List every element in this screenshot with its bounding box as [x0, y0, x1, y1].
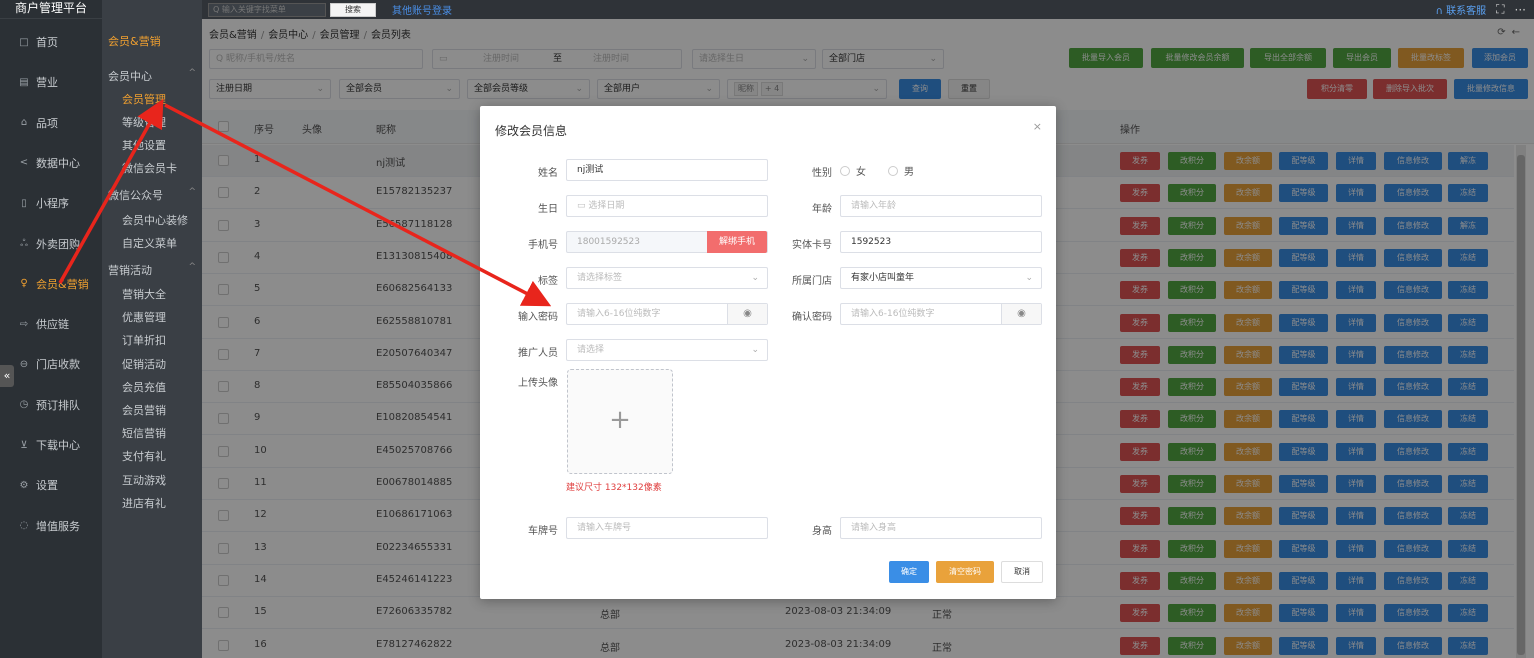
- password-field[interactable]: 请输入6-16位纯数字 ◉: [566, 303, 768, 325]
- phone-field: 18001592523 解绑手机: [566, 231, 768, 253]
- clear-password-button[interactable]: 清空密码: [936, 561, 994, 583]
- male-label: 男: [904, 167, 914, 178]
- eye-icon[interactable]: ◉: [727, 304, 767, 324]
- gender-label: 性别: [812, 168, 832, 179]
- menu-search-input[interactable]: Q 输入关键字找菜单: [208, 2, 326, 17]
- gender-male-radio[interactable]: 男: [888, 163, 914, 178]
- radio-circle-icon: [888, 165, 898, 176]
- more-icon[interactable]: ···: [1515, 3, 1526, 17]
- promoter-label: 推广人员: [518, 348, 558, 359]
- promoter-placeholder: 请选择: [577, 345, 605, 355]
- plate-field[interactable]: 请输入车牌号: [566, 517, 768, 539]
- contact-support-link[interactable]: ∩ 联系客服: [1436, 2, 1487, 17]
- unbind-phone-button[interactable]: 解绑手机: [707, 231, 767, 253]
- height-placeholder: 请输入身高: [851, 523, 897, 533]
- name-label: 姓名: [538, 168, 558, 179]
- height-field[interactable]: 请输入身高: [840, 517, 1042, 539]
- confirm-password-label: 确认密码: [792, 312, 832, 323]
- plate-placeholder: 请输入车牌号: [577, 523, 632, 533]
- age-placeholder: 请输入年龄: [851, 201, 897, 211]
- fullscreen-icon[interactable]: ⛶: [1496, 2, 1504, 17]
- phone-label: 手机号: [528, 240, 558, 251]
- search-icon: Q: [213, 4, 222, 14]
- tag-label: 标签: [538, 276, 558, 287]
- menu-search-placeholder: 输入关键字找菜单: [221, 4, 286, 14]
- headset-icon: ∩: [1435, 6, 1447, 17]
- plus-icon: +: [609, 405, 631, 435]
- avatar-size-hint: 建议尺寸 132*132像素: [566, 483, 662, 493]
- name-value: nj测试: [577, 165, 604, 175]
- collapse-sidebar-icon[interactable]: «: [0, 365, 14, 387]
- password-placeholder: 请输入6-16位纯数字: [577, 309, 661, 319]
- tag-select[interactable]: 请选择标签 ⌄: [566, 267, 768, 289]
- store-select-field[interactable]: 有家小店叫童年 ⌄: [840, 267, 1042, 289]
- chevron-down-icon: ⌄: [751, 273, 759, 283]
- contact-label: 联系客服: [1446, 6, 1487, 17]
- confirm-button[interactable]: 确定: [889, 561, 929, 583]
- dialog-title: 修改会员信息: [495, 124, 568, 138]
- avatar-upload[interactable]: +: [567, 369, 673, 474]
- card-number-field[interactable]: 1592523: [840, 231, 1042, 253]
- gender-female-radio[interactable]: 女: [840, 163, 866, 178]
- avatar-label: 上传头像: [518, 378, 558, 389]
- edit-member-dialog: 修改会员信息 × 姓名 nj测试 性别 女 男 生日 ▭ 选择日期 年龄 请输入…: [480, 106, 1056, 599]
- eye-icon[interactable]: ◉: [1001, 304, 1041, 324]
- birthday-field[interactable]: ▭ 选择日期: [566, 195, 768, 217]
- top-bar: Q 输入关键字找菜单 搜索 其他账号登录 ∩ 联系客服 ⛶ ···: [202, 0, 1534, 19]
- confirm-password-placeholder: 请输入6-16位纯数字: [851, 309, 935, 319]
- birthday-label: 生日: [538, 204, 558, 215]
- promoter-select[interactable]: 请选择 ⌄: [566, 339, 768, 361]
- age-label: 年龄: [812, 204, 832, 215]
- card-number-label: 实体卡号: [792, 240, 832, 251]
- cancel-button[interactable]: 取消: [1001, 561, 1043, 583]
- tag-placeholder: 请选择标签: [577, 273, 623, 283]
- menu-search-button[interactable]: 搜索: [330, 2, 376, 17]
- plate-label: 车牌号: [528, 526, 558, 537]
- close-icon[interactable]: ×: [1033, 120, 1042, 133]
- chevron-down-icon: ⌄: [751, 345, 759, 355]
- female-label: 女: [856, 167, 866, 178]
- other-account-login-link[interactable]: 其他账号登录: [392, 2, 452, 17]
- store-label: 所属门店: [792, 276, 832, 287]
- name-field[interactable]: nj测试: [566, 159, 768, 181]
- confirm-password-field[interactable]: 请输入6-16位纯数字 ◉: [840, 303, 1042, 325]
- sidebar-region: [0, 0, 202, 658]
- chevron-down-icon: ⌄: [1025, 273, 1033, 283]
- password-label: 输入密码: [518, 312, 558, 323]
- calendar-icon: ▭: [577, 201, 589, 211]
- birthday-field-placeholder: 选择日期: [588, 201, 625, 211]
- card-number-value: 1592523: [851, 237, 892, 247]
- store-value: 有家小店叫童年: [851, 273, 915, 283]
- age-field[interactable]: 请输入年龄: [840, 195, 1042, 217]
- phone-value: 18001592523: [577, 237, 640, 247]
- radio-circle-icon: [840, 165, 850, 176]
- height-label: 身高: [812, 526, 832, 537]
